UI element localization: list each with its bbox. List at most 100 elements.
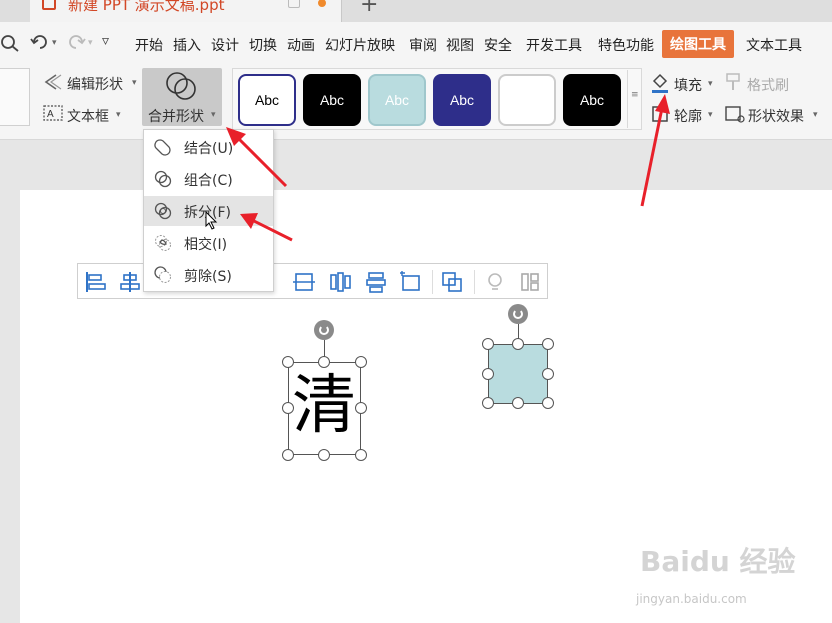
text-box-dropdown-icon[interactable]: ▾ (116, 110, 121, 120)
menu-item-label: 剪除(S) (184, 269, 232, 285)
format-painter-icon (726, 73, 740, 90)
menu-text-tools[interactable]: 文本工具 (746, 35, 802, 55)
shape-effects-dropdown-icon[interactable]: ▾ (813, 110, 818, 120)
menu-item-label: 结合(U) (184, 141, 234, 157)
menu-item-intersect[interactable]: 相交(I) (144, 228, 273, 258)
resize-handle[interactable] (318, 449, 330, 461)
outline-icon (652, 106, 668, 122)
more-layout-icon[interactable] (518, 270, 542, 294)
text-box-button[interactable]: 文本框 (67, 106, 109, 126)
style-option-3[interactable]: Abc (368, 74, 426, 126)
intersect-icon (155, 235, 171, 251)
resize-handle[interactable] (355, 356, 367, 368)
document-tab[interactable]: 新建 PPT 演示文稿.ppt (30, 0, 342, 22)
teal-rectangle-shape[interactable] (488, 344, 548, 404)
style-option-2[interactable]: Abc (303, 74, 361, 126)
menu-view[interactable]: 视图 (446, 35, 474, 55)
char-shape[interactable]: 清 (292, 364, 356, 448)
style-option-5[interactable] (498, 74, 556, 126)
menu-design[interactable]: 设计 (211, 35, 239, 55)
customize-toolbar-icon[interactable]: ▿ (102, 33, 109, 49)
menu-item-combine[interactable]: 组合(C) (144, 164, 273, 194)
resize-handle[interactable] (512, 397, 524, 409)
fit-slide-icon[interactable] (399, 270, 423, 294)
resize-handle[interactable] (318, 356, 330, 368)
outline-button[interactable]: 轮廓 (674, 106, 702, 126)
undo-dropdown-icon[interactable]: ▾ (52, 38, 57, 48)
fill-bucket-icon (652, 73, 668, 93)
resize-handle[interactable] (512, 338, 524, 350)
document-title: 新建 PPT 演示文稿.ppt (68, 0, 225, 14)
tab-strip: 新建 PPT 演示文稿.ppt + (0, 0, 832, 22)
menu-security[interactable]: 安全 (484, 35, 512, 55)
resize-handle[interactable] (482, 338, 494, 350)
menu-developer[interactable]: 开发工具 (526, 35, 582, 55)
redo-icon[interactable] (66, 34, 86, 50)
resize-handle[interactable] (355, 449, 367, 461)
outline-dropdown-icon[interactable]: ▾ (708, 110, 713, 120)
distribute-horizontal-icon[interactable] (328, 270, 352, 294)
fill-button[interactable]: 填充 (674, 75, 702, 95)
edit-shape-icon (44, 74, 62, 90)
merge-shapes-label: 合并形状 (148, 109, 204, 125)
toolbar-separator (432, 270, 433, 294)
subtract-icon (154, 266, 171, 283)
style-option-1[interactable]: Abc (238, 74, 296, 126)
resize-handle[interactable] (542, 338, 554, 350)
menu-insert[interactable]: 插入 (173, 35, 201, 55)
menu-review[interactable]: 审阅 (409, 35, 437, 55)
resize-handle[interactable] (482, 397, 494, 409)
resize-handle[interactable] (282, 402, 294, 414)
ppt-file-icon (42, 0, 56, 10)
search-icon[interactable] (0, 34, 20, 52)
resize-handle[interactable] (542, 368, 554, 380)
rotate-handle-icon[interactable] (508, 304, 528, 324)
edit-shape-button[interactable]: 编辑形状 (67, 74, 123, 94)
style-option-6[interactable]: Abc (563, 74, 621, 126)
merge-shapes-dropdown-icon[interactable]: ▾ (211, 110, 216, 120)
lightbulb-icon[interactable] (483, 270, 507, 294)
edit-shape-dropdown-icon[interactable]: ▾ (132, 78, 137, 88)
menu-drawing-tools[interactable]: 绘图工具 (662, 30, 734, 58)
menu-animations[interactable]: 动画 (287, 35, 315, 55)
shape-effects-icon (725, 106, 745, 123)
unsaved-dot-icon (318, 0, 326, 7)
new-tab-plus-icon[interactable]: + (360, 0, 378, 17)
resize-handle[interactable] (282, 356, 294, 368)
align-center-icon[interactable] (118, 270, 142, 294)
align-left-icon[interactable] (84, 270, 108, 294)
merge-shapes-icon (166, 72, 196, 100)
resize-handle[interactable] (355, 402, 367, 414)
baidu-watermark: Baidu 经验 (640, 545, 796, 578)
format-painter-button[interactable]: 格式刷 (747, 75, 789, 95)
mouse-cursor-icon (205, 211, 218, 230)
align-middle-icon[interactable] (292, 270, 316, 294)
resize-handle[interactable] (282, 449, 294, 461)
menu-special-features[interactable]: 特色功能 (598, 35, 654, 55)
resize-handle[interactable] (482, 368, 494, 380)
menu-transitions[interactable]: 切换 (249, 35, 277, 55)
undo-icon[interactable] (30, 34, 50, 50)
pin-icon[interactable] (288, 0, 300, 8)
shape-effects-button[interactable]: 形状效果 (748, 106, 804, 126)
toolbar-separator (474, 270, 475, 294)
style-option-label: Abc (449, 92, 475, 108)
distribute-vertical-icon[interactable] (364, 270, 388, 294)
menu-bar: ▾ ▾ ▿ 开始 插入 设计 切换 动画 幻灯片放映 审阅 视图 安全 开发工具… (0, 22, 832, 62)
redo-dropdown-icon[interactable]: ▾ (88, 38, 93, 48)
menu-slideshow[interactable]: 幻灯片放映 (325, 35, 395, 55)
fill-dropdown-icon[interactable]: ▾ (708, 79, 713, 89)
style-option-label: Abc (319, 92, 345, 108)
style-option-4[interactable]: Abc (433, 74, 491, 126)
gallery-scrollbar[interactable]: ≡ (627, 70, 641, 128)
menu-item-union[interactable]: 结合(U) (144, 132, 273, 162)
union-icon (154, 139, 171, 156)
rotate-handle-icon[interactable] (314, 320, 334, 340)
fragment-icon (154, 202, 172, 220)
group-icon[interactable] (440, 270, 464, 294)
menu-item-subtract[interactable]: 剪除(S) (144, 260, 273, 290)
style-option-label: Abc (384, 92, 410, 108)
resize-handle[interactable] (542, 397, 554, 409)
shape-gallery-edge[interactable] (0, 68, 30, 126)
menu-home[interactable]: 开始 (135, 35, 163, 55)
